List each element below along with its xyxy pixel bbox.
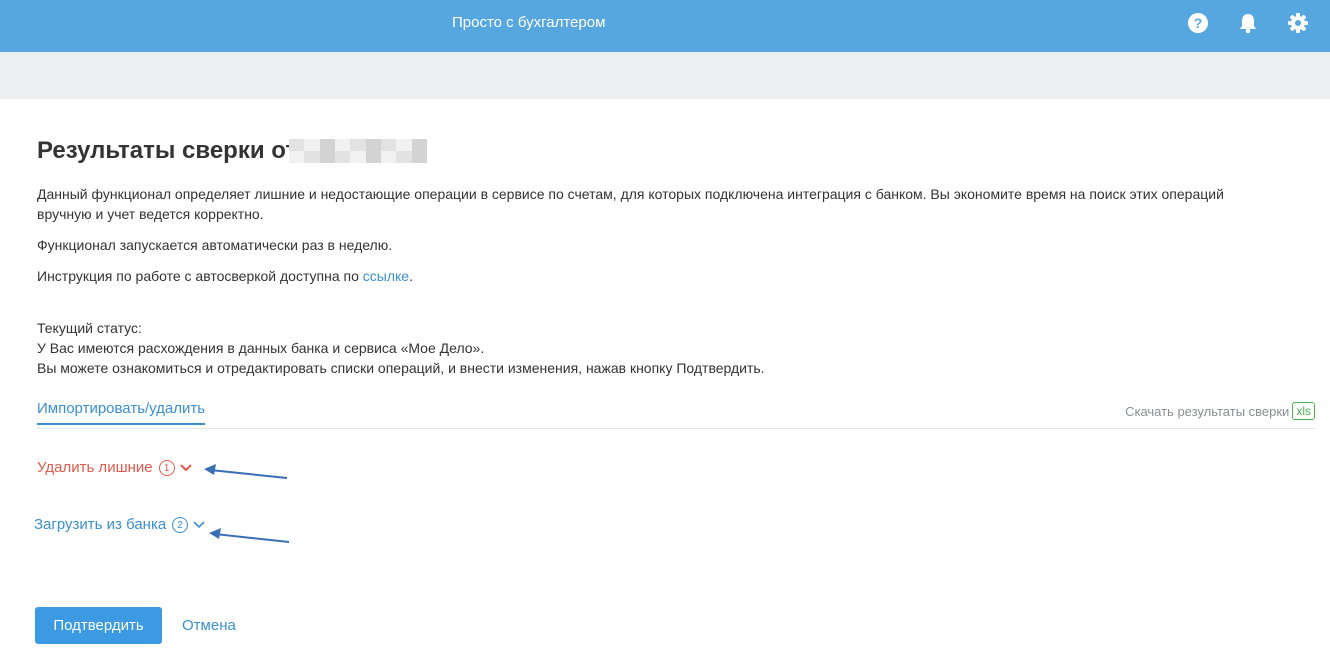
chevron-down-icon[interactable] xyxy=(193,520,205,529)
count-badge: 1 xyxy=(158,459,175,476)
chevron-down-icon[interactable] xyxy=(179,463,192,472)
confirm-button[interactable]: Подтвердить xyxy=(35,607,162,644)
section-delete-label: Удалить лишние xyxy=(37,459,153,476)
xls-badge: xls xyxy=(1292,402,1315,420)
status-label: Текущий статус: xyxy=(37,320,142,336)
brand-title: Просто с бухгалтером xyxy=(452,14,606,31)
description-text: Данный функционал определяет лишние и не… xyxy=(37,186,1224,222)
count-badge: 2 xyxy=(172,516,189,533)
download-results-link[interactable]: Скачать результаты сверки xls xyxy=(1125,402,1315,420)
instruction-text: Инструкция по работе с автосверкой досту… xyxy=(37,266,1277,286)
status-block: Текущий статус: У Вас имеются расхождени… xyxy=(37,318,765,378)
sub-toolbar xyxy=(0,52,1330,99)
status-line-2: Вы можете ознакомиться и отредактировать… xyxy=(37,360,765,376)
redacted-date xyxy=(289,139,427,163)
page-title: Результаты сверки от xyxy=(37,137,298,164)
tab-bar: Импортировать/удалить Скачать результаты… xyxy=(37,400,1315,429)
svg-text:?: ? xyxy=(1194,15,1203,31)
help-icon[interactable]: ? xyxy=(1187,12,1209,34)
section-load-from-bank[interactable]: Загрузить из банка 2 xyxy=(34,516,205,533)
bell-icon[interactable] xyxy=(1237,12,1259,34)
instruction-suffix: . xyxy=(409,268,413,284)
gear-icon[interactable] xyxy=(1287,12,1309,34)
instruction-prefix: Инструкция по работе с автосверкой досту… xyxy=(37,268,363,284)
section-delete-extra[interactable]: Удалить лишние 1 xyxy=(37,459,192,476)
annotation-arrow-icon xyxy=(209,528,290,543)
section-load-label: Загрузить из банка xyxy=(34,516,167,533)
download-label: Скачать результаты сверки xyxy=(1125,403,1290,419)
cancel-button[interactable]: Отмена xyxy=(182,617,236,634)
tab-import-delete[interactable]: Импортировать/удалить xyxy=(37,400,206,425)
schedule-text: Функционал запускается автоматически раз… xyxy=(37,237,393,253)
top-bar: Просто с бухгалтером ? xyxy=(0,0,1330,52)
annotation-arrow-icon xyxy=(204,464,288,479)
status-line-1: У Вас имеются расхождения в данных банка… xyxy=(37,340,485,356)
instruction-link[interactable]: ссылке xyxy=(363,268,409,284)
